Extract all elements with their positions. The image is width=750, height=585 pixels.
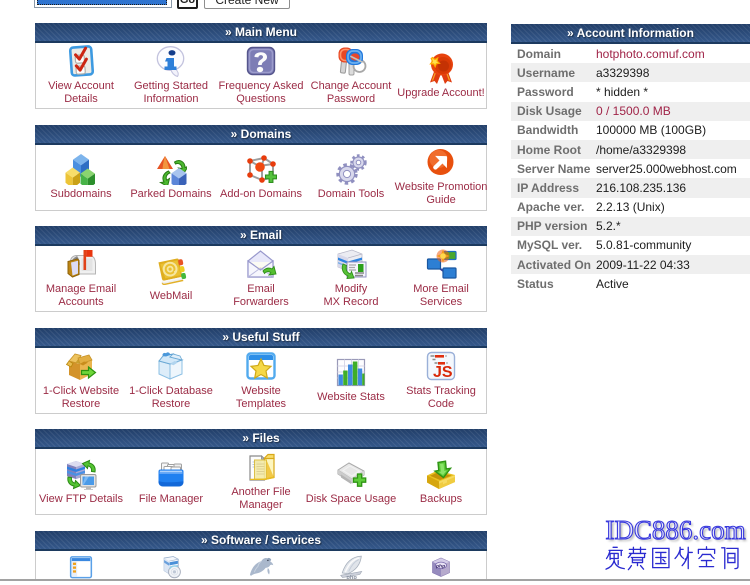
svg-text:php: php xyxy=(435,563,445,569)
svg-text:JS: JS xyxy=(433,364,453,381)
